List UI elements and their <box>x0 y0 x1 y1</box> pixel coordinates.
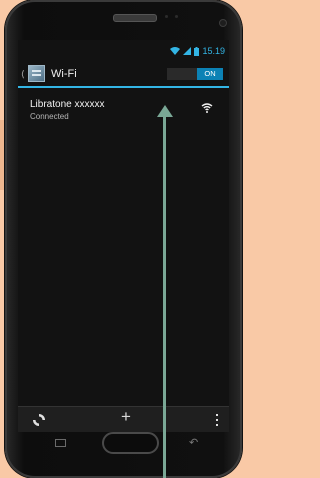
wifi-icon <box>170 47 181 55</box>
up-caret-icon[interactable]: ⟨ <box>21 69 25 80</box>
wps-icon[interactable] <box>32 413 46 427</box>
cell-signal-icon <box>183 47 192 55</box>
wifi-network-item[interactable]: Libratone xxxxxx Connected <box>18 88 229 124</box>
arrow-shaft <box>163 115 166 478</box>
status-bar: 15.19 <box>18 40 229 62</box>
action-bar: ⟨ Wi-Fi ON <box>18 62 229 88</box>
screen-title: Wi-Fi <box>51 68 77 80</box>
back-button[interactable]: ↶ <box>189 436 198 449</box>
recent-apps-button[interactable] <box>55 439 66 447</box>
battery-icon <box>194 46 200 56</box>
toggle-off-track <box>167 68 197 80</box>
front-camera <box>219 19 227 27</box>
earpiece-speaker <box>113 14 157 22</box>
bottom-action-bar: + <box>18 406 229 432</box>
phone-screen: 15.19 ⟨ Wi-Fi ON Libratone xxxxxx Connec… <box>18 40 229 432</box>
overflow-menu-icon[interactable] <box>215 413 219 427</box>
background-rail <box>0 120 4 190</box>
light-sensor <box>175 15 178 18</box>
wifi-signal-icon <box>201 103 213 113</box>
wifi-toggle[interactable]: ON <box>167 68 223 80</box>
network-status: Connected <box>30 112 69 121</box>
toggle-on-label: ON <box>197 68 223 80</box>
add-network-button[interactable]: + <box>121 408 131 425</box>
settings-icon[interactable] <box>28 65 45 82</box>
proximity-sensor <box>165 15 168 18</box>
network-name: Libratone xxxxxx <box>30 99 105 110</box>
status-time: 15.19 <box>202 46 225 56</box>
home-button[interactable] <box>102 432 159 454</box>
